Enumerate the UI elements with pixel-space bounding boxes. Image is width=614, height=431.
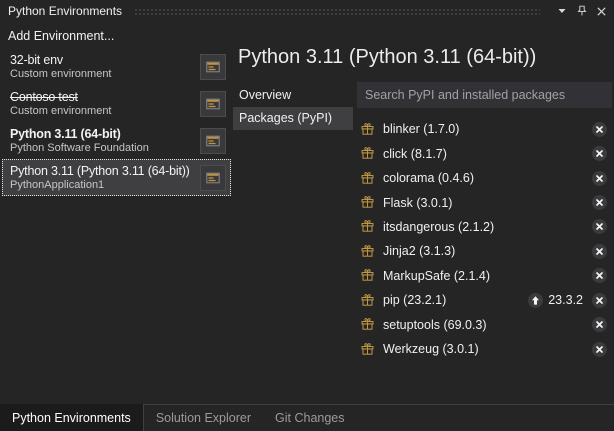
interactive-window-icon bbox=[205, 96, 221, 112]
tab-packages-pypi[interactable]: Packages (PyPI) bbox=[233, 107, 353, 130]
gift-package-icon bbox=[360, 342, 375, 357]
package-label: itsdangerous (2.1.2) bbox=[383, 220, 592, 234]
interactive-window-button[interactable] bbox=[200, 54, 226, 80]
package-row: Jinja2 (3.1.3) bbox=[357, 239, 614, 263]
environment-name: Contoso test bbox=[10, 90, 194, 105]
interactive-window-button[interactable] bbox=[200, 128, 226, 154]
interactive-window-button[interactable] bbox=[200, 165, 226, 191]
uninstall-package-button[interactable] bbox=[592, 171, 607, 186]
interactive-window-icon bbox=[205, 133, 221, 149]
environment-item[interactable]: Contoso test Custom environment bbox=[2, 85, 231, 122]
close-icon bbox=[592, 195, 607, 210]
window-title: Python Environments bbox=[8, 4, 122, 18]
package-row-pip: pip (23.2.1) 23.3.2 bbox=[357, 288, 614, 312]
environment-item-selected[interactable]: Python 3.11 (Python 3.11 (64-bit)) Pytho… bbox=[2, 159, 231, 196]
uninstall-package-button[interactable] bbox=[592, 122, 607, 137]
update-package-button[interactable]: 23.3.2 bbox=[528, 293, 583, 308]
pin-button[interactable] bbox=[573, 3, 590, 20]
gift-package-icon bbox=[360, 317, 375, 332]
update-version: 23.3.2 bbox=[548, 293, 583, 307]
detail-tabs: Overview Packages (PyPI) bbox=[233, 84, 353, 130]
uninstall-package-button[interactable] bbox=[592, 244, 607, 259]
python-environments-window: Python Environments Add Environment... 3… bbox=[0, 0, 614, 431]
package-label: pip (23.2.1) bbox=[383, 293, 528, 307]
close-icon bbox=[596, 6, 607, 17]
close-icon bbox=[592, 293, 607, 308]
close-icon bbox=[592, 244, 607, 259]
package-label: Flask (3.0.1) bbox=[383, 196, 592, 210]
package-row: colorama (0.4.6) bbox=[357, 166, 614, 190]
arrow-up-circle-icon bbox=[528, 293, 543, 308]
environment-description: PythonApplication1 bbox=[10, 179, 194, 192]
environment-description: Python Software Foundation bbox=[10, 142, 194, 155]
gift-package-icon bbox=[360, 219, 375, 234]
gift-package-icon bbox=[360, 122, 375, 137]
window-position-icon bbox=[557, 6, 567, 16]
package-row: itsdangerous (2.1.2) bbox=[357, 215, 614, 239]
interactive-window-icon bbox=[205, 59, 221, 75]
close-icon bbox=[592, 122, 607, 137]
drag-handle[interactable] bbox=[134, 8, 540, 16]
environment-description: Custom environment bbox=[10, 105, 194, 118]
uninstall-package-button[interactable] bbox=[592, 195, 607, 210]
package-list: blinker (1.7.0) click (8.1.7) colorama (… bbox=[357, 117, 614, 361]
environment-name: Python 3.11 (64-bit) bbox=[10, 127, 194, 142]
package-label: setuptools (69.0.3) bbox=[383, 318, 592, 332]
package-label: click (8.1.7) bbox=[383, 147, 592, 161]
interactive-window-icon bbox=[205, 170, 221, 186]
package-label: Werkzeug (3.0.1) bbox=[383, 342, 592, 356]
close-icon bbox=[592, 268, 607, 283]
environment-name: Python 3.11 (Python 3.11 (64-bit)) bbox=[10, 164, 194, 179]
tab-solution-explorer[interactable]: Solution Explorer bbox=[144, 405, 263, 431]
close-icon bbox=[592, 317, 607, 332]
uninstall-package-button[interactable] bbox=[592, 293, 607, 308]
close-icon bbox=[592, 171, 607, 186]
gift-package-icon bbox=[360, 146, 375, 161]
environment-item[interactable]: 32-bit env Custom environment bbox=[2, 48, 231, 85]
package-search-box bbox=[357, 82, 612, 108]
package-label: Jinja2 (3.1.3) bbox=[383, 244, 592, 258]
gift-package-icon bbox=[360, 171, 375, 186]
tab-python-environments[interactable]: Python Environments bbox=[0, 404, 144, 431]
window-position-button[interactable] bbox=[553, 3, 570, 20]
environment-list: 32-bit env Custom environment Contoso te… bbox=[2, 48, 231, 196]
uninstall-package-button[interactable] bbox=[592, 146, 607, 161]
environment-description: Custom environment bbox=[10, 68, 194, 81]
uninstall-package-button[interactable] bbox=[592, 342, 607, 357]
gift-package-icon bbox=[360, 268, 375, 283]
tab-git-changes[interactable]: Git Changes bbox=[263, 405, 356, 431]
bottom-tab-bar: Python Environments Solution Explorer Gi… bbox=[0, 404, 614, 431]
environment-item[interactable]: Python 3.11 (64-bit) Python Software Fou… bbox=[2, 122, 231, 159]
close-icon bbox=[592, 219, 607, 234]
uninstall-package-button[interactable] bbox=[592, 317, 607, 332]
package-row: setuptools (69.0.3) bbox=[357, 313, 614, 337]
uninstall-package-button[interactable] bbox=[592, 219, 607, 234]
package-search-input[interactable] bbox=[365, 88, 604, 102]
package-label: colorama (0.4.6) bbox=[383, 171, 592, 185]
close-icon bbox=[592, 342, 607, 357]
interactive-window-button[interactable] bbox=[200, 91, 226, 117]
package-row: click (8.1.7) bbox=[357, 141, 614, 165]
pin-icon bbox=[575, 4, 589, 18]
gift-package-icon bbox=[360, 195, 375, 210]
tab-overview[interactable]: Overview bbox=[233, 84, 353, 107]
close-button[interactable] bbox=[593, 3, 610, 20]
uninstall-package-button[interactable] bbox=[592, 268, 607, 283]
package-row: Werkzeug (3.0.1) bbox=[357, 337, 614, 361]
titlebar: Python Environments bbox=[0, 0, 614, 22]
package-row: blinker (1.7.0) bbox=[357, 117, 614, 141]
add-environment-link[interactable]: Add Environment... bbox=[8, 29, 114, 43]
environment-name: 32-bit env bbox=[10, 53, 194, 68]
gift-package-icon bbox=[360, 244, 375, 259]
package-label: blinker (1.7.0) bbox=[383, 122, 592, 136]
package-row: MarkupSafe (2.1.4) bbox=[357, 264, 614, 288]
environment-detail-title: Python 3.11 (Python 3.11 (64-bit)) bbox=[238, 46, 612, 69]
package-row: Flask (3.0.1) bbox=[357, 190, 614, 214]
gift-package-icon bbox=[360, 293, 375, 308]
close-icon bbox=[592, 146, 607, 161]
package-label: MarkupSafe (2.1.4) bbox=[383, 269, 592, 283]
